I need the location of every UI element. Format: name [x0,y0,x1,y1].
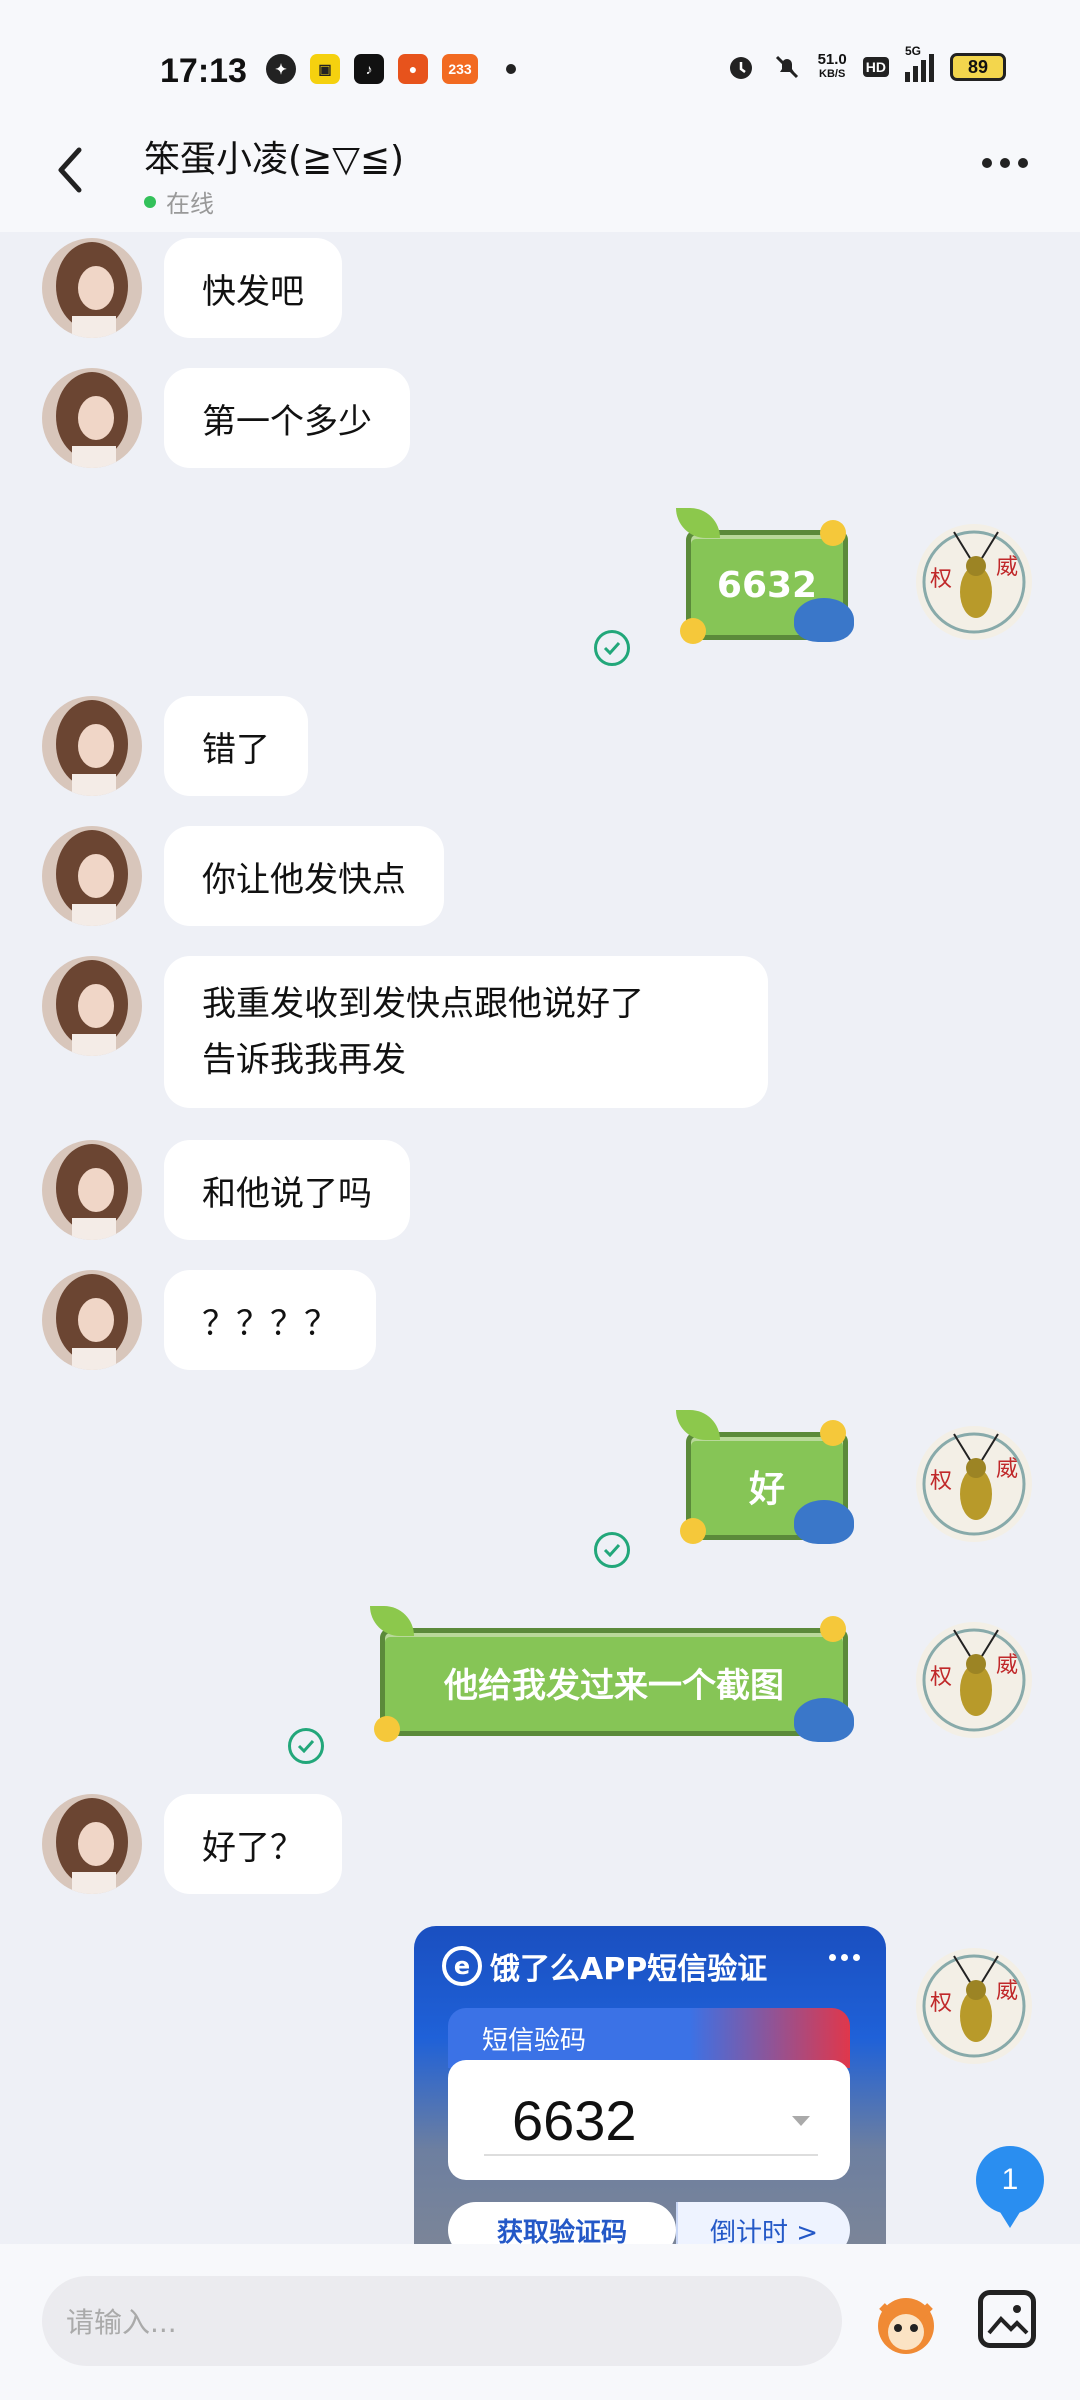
sticker-flower-decoration [680,1518,706,1544]
sticker-text: 他给我发过来一个截图 [444,1665,784,1706]
my-avatar[interactable]: 权威 [914,1424,1034,1544]
dropdown-caret-icon [792,2116,810,2126]
alarm-icon [729,57,752,79]
card-label: 短信验码 [482,2026,587,2056]
image-icon [987,2305,1029,2335]
contact-avatar[interactable] [42,368,142,468]
sticker-bird-decoration [794,1500,854,1544]
svg-text:权: 权 [930,567,952,592]
game-app-icon: ● [398,54,428,84]
more-notifications-dot [506,64,516,74]
svg-text:权: 权 [930,1469,952,1494]
contact-avatar[interactable] [42,956,142,1056]
hd-icon: HD [862,57,889,77]
app-233-icon: 233 [442,54,478,84]
sticker-leaf-decoration [676,508,720,538]
message-bubble[interactable]: 好了？ [164,1794,342,1894]
countdown-button: 倒计时 > [676,2202,850,2246]
message-bubble[interactable]: 我重发收到发快点跟他说好了 告诉我我再发 [164,956,768,1108]
get-code-button: 获取验证码 [448,2202,676,2246]
sticker-message[interactable]: 他给我发过来一个截图 [380,1628,848,1736]
message-line: 告诉我我再发 [202,1040,406,1080]
message-bubble[interactable]: 快发吧 [164,238,342,338]
read-check-icon [594,630,630,666]
presence-label: 在线 [166,190,214,218]
read-check-icon [594,1532,630,1568]
contact-avatar[interactable] [42,238,142,338]
message-line: 我重发收到发快点跟他说好了 [202,984,644,1024]
verification-code: 6632 [512,2089,637,2152]
online-dot-icon [144,195,156,208]
image-message-screenshot[interactable]: e 饿了么APP短信验证 短信验码 6632 获取验证码 倒计时 > [414,1926,886,2246]
my-avatar[interactable]: 权威 [914,1620,1034,1740]
network-speed: 51.0 KB/S [817,51,847,80]
sticker-bird-decoration [794,1698,854,1742]
tiktok-icon: ♪ [354,54,384,84]
my-avatar[interactable]: 权威 [914,1946,1034,2066]
image-picker-button[interactable] [978,2290,1036,2348]
eleme-logo-icon: e [442,1946,482,1986]
sticker-leaf-decoration [676,1410,720,1440]
message-bubble[interactable]: 你让他发快点 [164,826,444,926]
my-avatar[interactable]: 权威 [914,522,1034,642]
top-bar: 17:13 ✦ ▣ ♪ ● 233 51.0 KB/S HD 5G 89 笨蛋小… [0,0,1080,232]
svg-text:威: 威 [996,1653,1018,1678]
read-check-icon [288,1728,324,1764]
sticker-flower-decoration [820,1420,846,1446]
sticker-flower-decoration [374,1716,400,1742]
card-title: e 饿了么APP短信验证 [442,1944,767,1988]
contact-avatar[interactable] [42,826,142,926]
code-box [448,2060,850,2180]
svg-text:权: 权 [930,1665,952,1690]
message-bubble[interactable]: 错了 [164,696,308,796]
status-bar: 17:13 ✦ ▣ ♪ ● 233 51.0 KB/S HD 5G 89 [0,0,1080,140]
sticker-leaf-decoration [370,1606,414,1636]
svg-text:权: 权 [930,1991,952,2016]
battery-indicator: 89 [950,53,1006,81]
sticker-text: 6632 [716,564,818,606]
contact-avatar[interactable] [42,1140,142,1240]
sticker-bird-decoration [794,598,854,642]
sticker-flower-decoration [820,1616,846,1642]
svg-text:威: 威 [996,1457,1018,1482]
contact-avatar[interactable] [42,1270,142,1370]
signal-icon: 5G [905,44,934,82]
chevron-left-icon [58,147,82,193]
svg-text:威: 威 [996,555,1018,580]
message-input[interactable]: 请输入... [42,2276,842,2366]
status-time: 17:13 [160,52,247,90]
emoji-button[interactable] [868,2284,944,2360]
contact-avatar[interactable] [42,696,142,796]
sticker-text: 好 [748,1469,785,1510]
sticker-flower-decoration [680,618,706,644]
message-bubble[interactable]: 和他说了吗 [164,1140,410,1240]
input-bar: 请输入... [0,2244,1080,2400]
mascot-emoji-icon [878,2298,934,2354]
wechat-icon: ✦ [266,54,296,84]
presence-status: 在线 [144,184,214,219]
contact-avatar[interactable] [42,1794,142,1894]
back-button[interactable] [50,144,90,196]
sticker-flower-decoration [820,520,846,546]
code-underline [484,2154,818,2156]
more-options-button[interactable] [982,158,1028,168]
new-message-badge[interactable]: 1 [976,2146,1044,2228]
svg-text:威: 威 [996,1979,1018,2004]
card-more-icon [829,1954,860,1961]
network-type: 5G [905,44,922,58]
contact-name[interactable]: 笨蛋小凌(≧▽≦) [144,130,404,182]
system-icons: 51.0 KB/S HD 5G 89 [726,44,1006,82]
mute-icon [775,55,798,79]
message-bubble[interactable]: 第一个多少 [164,368,410,468]
app-notification-icon: ▣ [310,54,340,84]
notification-icons: ✦ ▣ ♪ ● 233 [266,54,516,84]
message-bubble[interactable]: ？？？？ [164,1270,376,1370]
